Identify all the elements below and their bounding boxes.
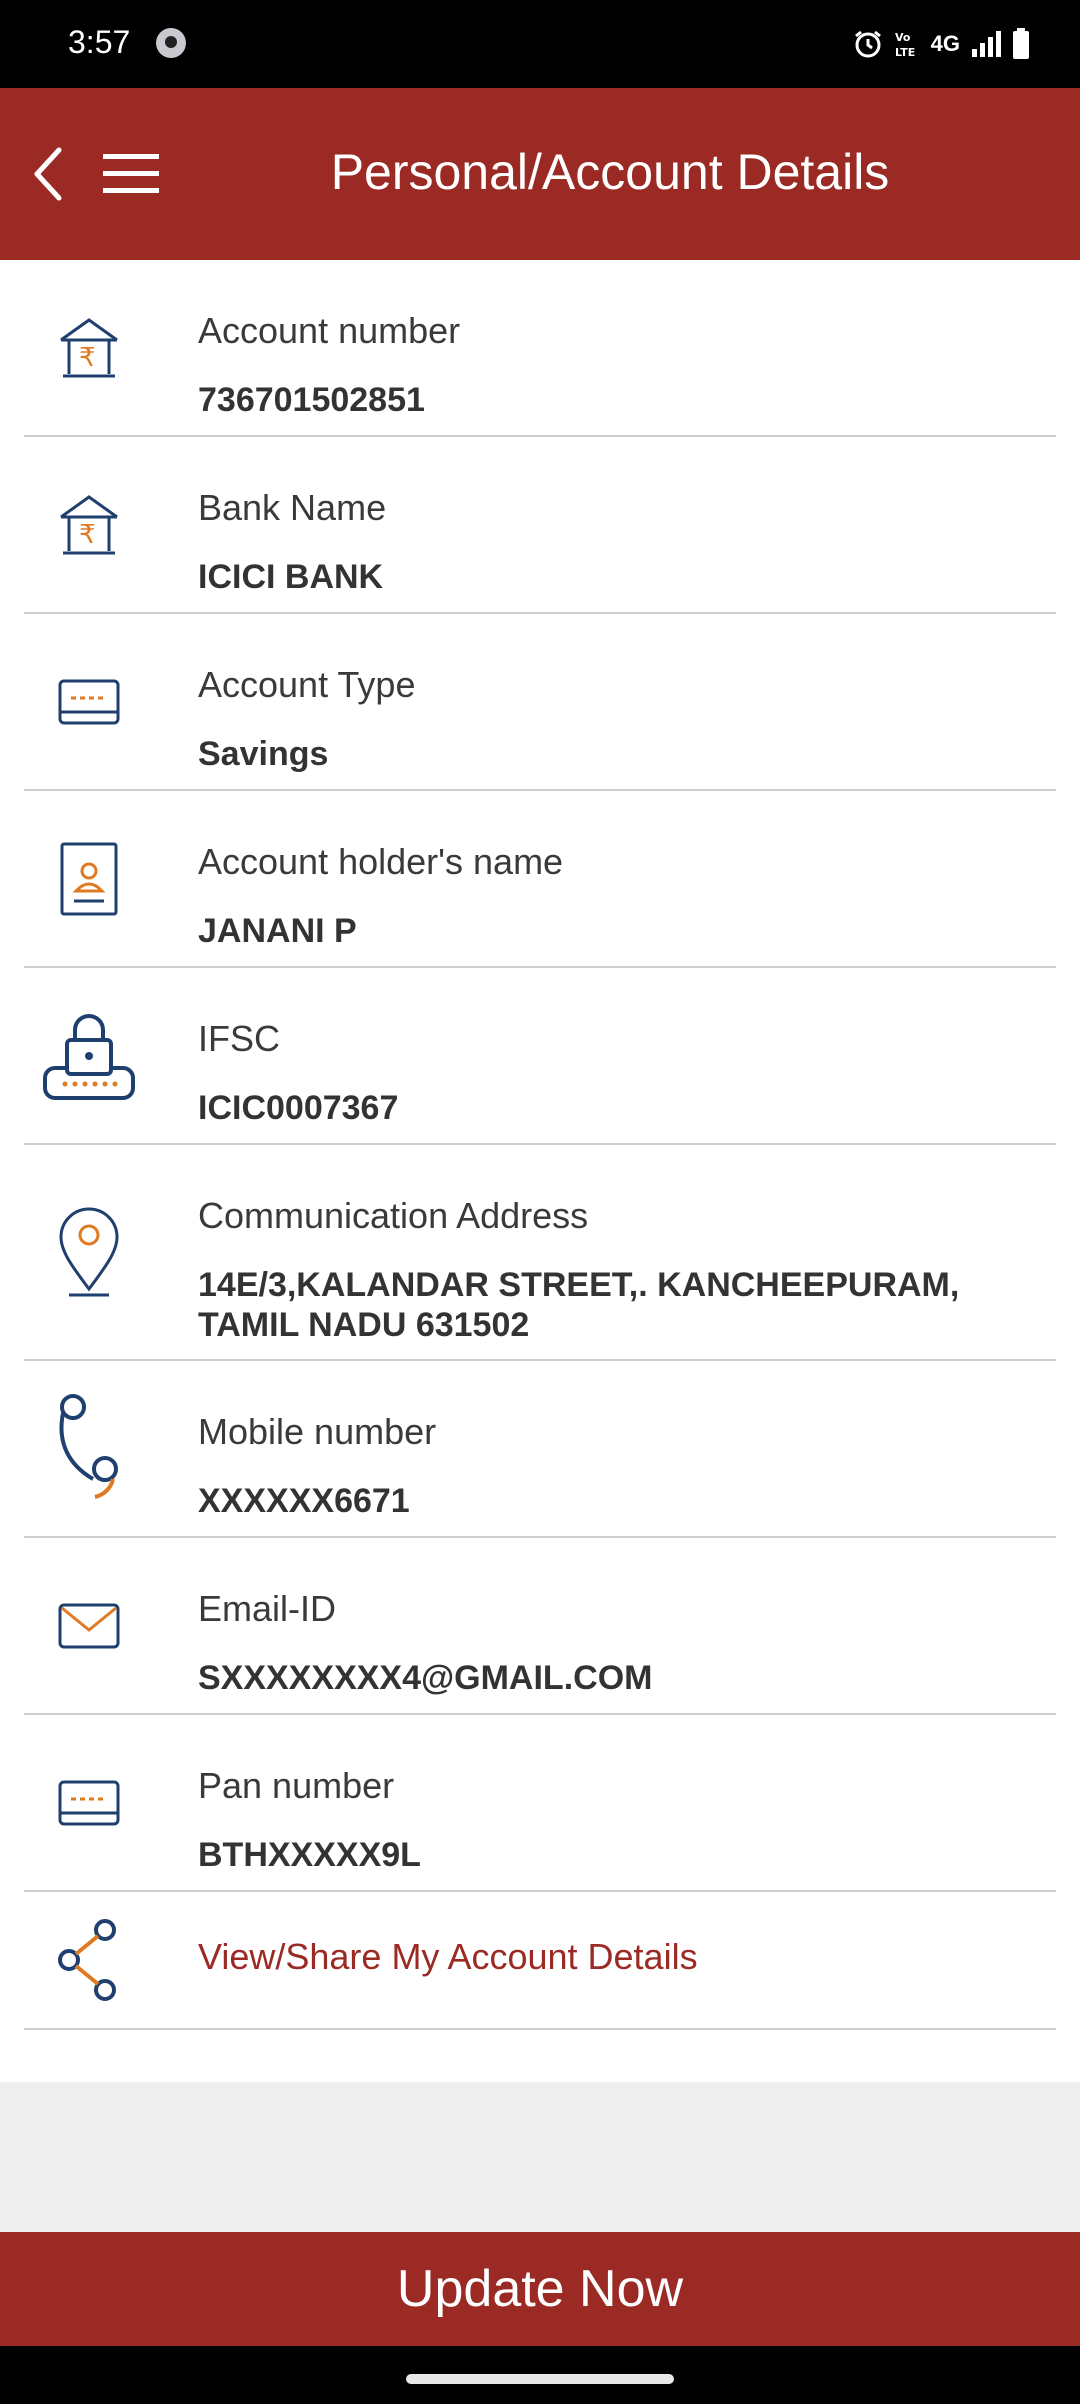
detail-value: BTHXXXXX9L: [198, 1836, 421, 1874]
detail-label: Account number: [198, 310, 461, 351]
empty-area: [0, 2082, 1080, 2232]
bank-icon: ₹: [60, 494, 118, 554]
detail-row-ifsc: IFSC ICIC0007367: [24, 968, 1056, 1145]
bank-icon: ₹: [60, 317, 118, 377]
volte-icon: Vo LTE: [895, 31, 915, 59]
id-badge-icon: [60, 842, 118, 915]
address-line-2: TAMIL NADU 631502: [198, 1306, 530, 1344]
detail-label: Email-ID: [198, 1588, 337, 1629]
detail-value: XXXXXX6671: [198, 1482, 410, 1520]
svg-text:₹: ₹: [79, 520, 96, 550]
account-details-list: ₹ Account number 736701502851 ₹ Bank Nam…: [0, 260, 1080, 2030]
address-line-1: 14E/3,KALANDAR STREET,. KANCHEEPURAM,: [198, 1266, 960, 1304]
detail-value: SXXXXXXXX4@GMAIL.COM: [198, 1659, 653, 1697]
detail-row-account-holder: Account holder's name JANANI P: [24, 791, 1056, 968]
location-pin-icon: [59, 1207, 119, 1297]
detail-row-email: Email-ID SXXXXXXXX4@GMAIL.COM: [24, 1538, 1056, 1715]
system-nav-bar: [0, 2346, 1080, 2404]
home-gesture-bar[interactable]: [406, 2374, 674, 2384]
svg-text:₹: ₹: [79, 343, 96, 373]
status-time: 3:57: [68, 24, 131, 60]
svg-text:Vo: Vo: [895, 31, 911, 44]
status-icons: Vo LTE 4G: [853, 24, 1030, 64]
detail-value: ICIC0007367: [198, 1089, 399, 1127]
detail-row-bank-name: ₹ Bank Name ICICI BANK: [24, 437, 1056, 614]
network-type: 4G: [930, 31, 960, 56]
detail-label: Bank Name: [198, 487, 387, 528]
update-now-button[interactable]: Update Now: [0, 2232, 1080, 2346]
detail-label: Mobile number: [198, 1411, 437, 1452]
envelope-icon: [58, 1603, 120, 1648]
detail-row-account-type: Account Type Savings: [24, 614, 1056, 791]
app-icon: [156, 28, 186, 58]
detail-value: JANANI P: [198, 912, 357, 950]
status-bar: 3:57 Vo LTE 4G: [0, 0, 1080, 88]
card-icon: [58, 1780, 120, 1825]
detail-value: 736701502851: [198, 381, 425, 419]
detail-label: Pan number: [198, 1765, 395, 1806]
page-title: Personal/Account Details: [330, 144, 890, 200]
share-account-details-row[interactable]: View/Share My Account Details: [24, 1892, 1056, 2030]
alarm-icon: [854, 30, 881, 58]
phone-icon: [59, 1393, 118, 1499]
card-icon: [58, 679, 120, 724]
detail-row-communication-address: Communication Address 14E/3,KALANDAR STR…: [24, 1145, 1056, 1361]
detail-label: IFSC: [198, 1018, 281, 1059]
detail-label: Communication Address: [198, 1195, 589, 1236]
svg-text:LTE: LTE: [895, 46, 915, 59]
view-share-account-details-link[interactable]: View/Share My Account Details: [198, 1936, 1056, 1978]
detail-value: ICICI BANK: [198, 558, 384, 596]
detail-row-account-number: ₹ Account number 736701502851: [24, 260, 1056, 437]
detail-label: Account holder's name: [198, 841, 564, 882]
signal-icon: [972, 31, 1001, 57]
detail-label: Account Type: [198, 664, 416, 705]
app-header: Personal/Account Details: [0, 88, 1080, 260]
detail-row-mobile-number: Mobile number XXXXXX6671: [24, 1361, 1056, 1538]
share-icon: [58, 1919, 116, 2001]
lock-icon: [43, 1013, 135, 1100]
detail-value: 14E/3,KALANDAR STREET,. KANCHEEPURAM, TA…: [198, 1265, 1056, 1345]
battery-icon: [1013, 28, 1029, 59]
detail-row-pan-number: Pan number BTHXXXXX9L: [24, 1715, 1056, 1892]
detail-value: Savings: [198, 735, 329, 773]
